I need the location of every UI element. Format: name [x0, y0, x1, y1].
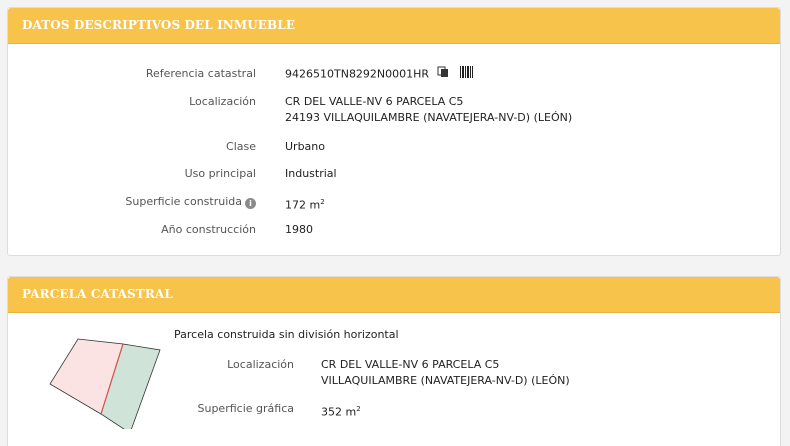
value-superficie-construida: 172 m2 [285, 194, 325, 214]
value-uso-principal: Industrial [285, 167, 337, 180]
superficie-construida-value: 172 m [285, 198, 321, 212]
label-clase: Clase [226, 140, 256, 153]
value-parcela-localizacion-line2: VILLAQUILAMBRE (NAVATEJERA-NV-D) (LEÓN) [321, 374, 570, 387]
referencia-text[interactable]: 9426510TN8292N0001HR [285, 68, 429, 81]
label-parcela-localizacion: Localización [227, 358, 294, 371]
value-localizacion-line2: 24193 VILLAQUILAMBRE (NAVATEJERA-NV-D) (… [285, 111, 573, 124]
label-localizacion: Localización [189, 95, 256, 108]
parcela-subtitle: Parcela construida sin división horizont… [174, 328, 399, 341]
superficie-construida-unit-sup: 2 [320, 198, 325, 206]
superficie-grafica-unit-sup: 2 [356, 405, 361, 413]
value-localizacion-line1: CR DEL VALLE-NV 6 PARCELA C5 [285, 95, 464, 108]
label-uso-principal: Uso principal [184, 167, 256, 180]
value-anio-construccion: 1980 [285, 223, 313, 236]
barcode-icon[interactable] [460, 66, 474, 83]
value-referencia-catastral: 9426510TN8292N0001HR [285, 66, 474, 83]
label-superficie-grafica: Superficie gráfica [197, 402, 295, 415]
label-referencia-catastral: Referencia catastral [145, 67, 256, 80]
value-parcela-localizacion-line1: CR DEL VALLE-NV 6 PARCELA C5 [321, 358, 500, 371]
label-superficie-construida: Superficie construida i [8, 194, 256, 210]
value-superficie-grafica: 352 m2 [321, 401, 361, 421]
datos-descriptivos-panel: DATOS DESCRIPTIVOS DEL INMUEBLE Referenc… [7, 7, 781, 256]
superficie-construida-text: Superficie construida [125, 195, 242, 208]
superficie-grafica-value: 352 m [321, 405, 357, 419]
parcela-catastral-panel: PARCELA CATASTRAL Parcela construida sin… [7, 276, 781, 446]
copy-icon[interactable] [437, 66, 449, 83]
value-clase: Urbano [285, 140, 325, 153]
info-icon[interactable]: i [245, 198, 256, 209]
panel-header-datos: DATOS DESCRIPTIVOS DEL INMUEBLE [8, 8, 780, 44]
label-anio-construccion: Año construcción [161, 223, 256, 236]
panel-header-parcela: PARCELA CATASTRAL [8, 277, 780, 313]
